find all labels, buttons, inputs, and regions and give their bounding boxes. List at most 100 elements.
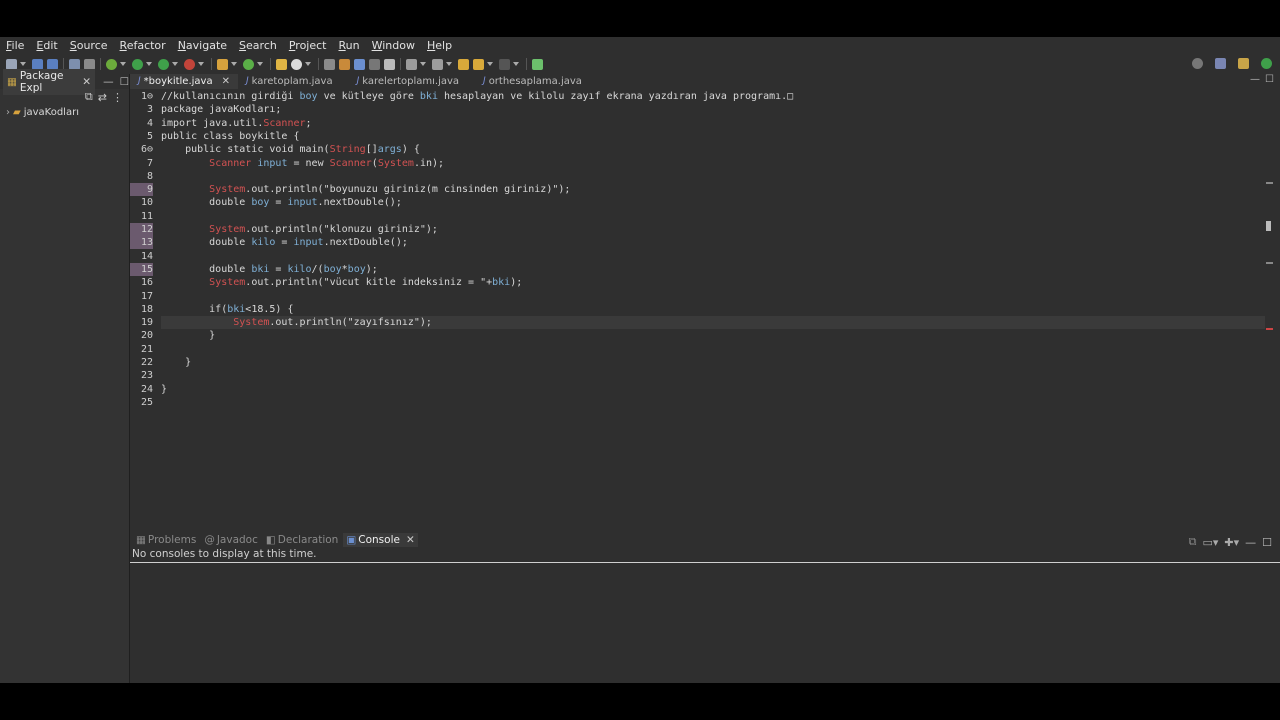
forward-dropdown-icon[interactable]: [513, 62, 519, 66]
code-line[interactable]: //kullanıcının girdiği boy ve kütleye gö…: [161, 90, 793, 103]
code-line[interactable]: }: [161, 329, 215, 342]
code-line[interactable]: Scanner input = new Scanner(System.in);: [161, 157, 444, 170]
view-menu-icon[interactable]: ⋮: [112, 91, 123, 104]
coverage-dropdown-icon[interactable]: [172, 62, 178, 66]
chevron-right-icon[interactable]: ›: [6, 107, 10, 118]
show-whitespace-icon[interactable]: [384, 58, 395, 70]
code-line[interactable]: double bki = kilo/(boy*boy);: [161, 263, 378, 276]
menu-project[interactable]: Project: [283, 39, 333, 52]
next-annotation-icon[interactable]: [406, 58, 417, 70]
code-line[interactable]: System.out.println("klonuzu giriniz");: [161, 223, 438, 236]
line-number: 8: [146, 171, 153, 182]
tab-javadoc[interactable]: @ Javadoc: [201, 533, 261, 547]
new-java-project-icon[interactable]: [217, 58, 228, 70]
external-tools-dropdown-icon[interactable]: [198, 62, 204, 66]
minimize-icon[interactable]: —: [1245, 536, 1256, 549]
code-line[interactable]: import java.util.Scanner;: [161, 117, 312, 130]
search-toolbar-icon[interactable]: [291, 58, 302, 70]
word-wrap-icon[interactable]: [354, 58, 365, 70]
new-dropdown-icon[interactable]: [20, 62, 26, 66]
code-line[interactable]: public class boykitle {: [161, 130, 299, 143]
editor-body[interactable]: 1⊖ 3 4 5 6⊖ 7 8 9 10 11 12 13 14 15 16 17 18 19 20 21 22 23 24…: [130, 90, 1280, 530]
menu-edit[interactable]: Edit: [30, 39, 63, 52]
code-area[interactable]: //kullanıcının girdiği boy ve kütleye gö…: [161, 90, 1266, 530]
close-icon[interactable]: ✕: [406, 534, 415, 546]
new-java-project-dropdown-icon[interactable]: [231, 62, 237, 66]
console-toolbar: ⧉ ▭▾ ✚▾ — ☐: [1189, 535, 1272, 549]
menu-help[interactable]: Help: [421, 39, 458, 52]
perspective-icon[interactable]: [1215, 58, 1226, 69]
minimize-icon[interactable]: —: [103, 76, 114, 88]
run-dropdown-icon[interactable]: [146, 62, 152, 66]
code-line[interactable]: System.out.println("boyunuzu giriniz(m c…: [161, 183, 570, 196]
debug-icon[interactable]: [106, 58, 117, 70]
menu-search[interactable]: Search: [233, 39, 283, 52]
block-selection-icon[interactable]: [369, 58, 380, 70]
tab-boykitle[interactable]: J *boykitle.java ✕: [130, 74, 238, 89]
tab-karetoplam[interactable]: J karetoplam.java: [238, 74, 341, 89]
next-annotation-dropdown-icon[interactable]: [420, 62, 426, 66]
maximize-icon[interactable]: ☐: [1262, 536, 1272, 549]
code-line[interactable]: double kilo = input.nextDouble();: [161, 236, 408, 249]
open-console-icon[interactable]: ✚▾: [1224, 536, 1239, 549]
new-class-icon[interactable]: [243, 58, 254, 70]
tab-problems[interactable]: ▦ Problems: [133, 533, 199, 547]
menu-refactor[interactable]: Refactor: [114, 39, 172, 52]
line-number: 25: [140, 397, 153, 408]
maximize-editor-icon[interactable]: ☐: [1265, 74, 1274, 85]
menu-source[interactable]: Source: [64, 39, 114, 52]
quick-access-search-icon[interactable]: [1192, 58, 1203, 69]
menu-file[interactable]: File: [0, 39, 30, 52]
back-dropdown-icon[interactable]: [487, 62, 493, 66]
code-line[interactable]: public static void main(String[]args) {: [161, 143, 420, 156]
code-line[interactable]: double boy = input.nextDouble();: [161, 196, 402, 209]
code-line[interactable]: package javaKodları;: [161, 103, 281, 116]
collapse-all-icon[interactable]: ⧉: [85, 90, 93, 104]
tab-orthesaplama[interactable]: J orthesaplama.java: [475, 74, 590, 89]
menu-window[interactable]: Window: [366, 39, 421, 52]
toggle-mark-occurrences-icon[interactable]: [324, 58, 335, 70]
java-file-icon: J: [245, 76, 249, 86]
new-class-dropdown-icon[interactable]: [257, 62, 263, 66]
toggle-edit-icon[interactable]: [339, 58, 350, 70]
prev-annotation-icon[interactable]: [432, 58, 443, 70]
run-icon[interactable]: [132, 58, 143, 70]
tab-console[interactable]: ▣ Console ✕: [343, 533, 418, 547]
back-icon[interactable]: [473, 58, 484, 70]
minimize-editor-icon[interactable]: —: [1250, 74, 1260, 85]
line-number: 9: [130, 183, 153, 196]
close-icon[interactable]: ✕: [82, 76, 91, 88]
menu-bar: File Edit Source Refactor Navigate Searc…: [0, 37, 1280, 54]
code-line[interactable]: if(bki<18.5) {: [161, 303, 293, 316]
tree-item-project[interactable]: › ▰ javaKodları: [0, 105, 129, 119]
display-console-icon[interactable]: ▭▾: [1202, 536, 1218, 549]
package-explorer-label: Package Expl: [19, 69, 64, 94]
debug-dropdown-icon[interactable]: [120, 62, 126, 66]
tab-declaration[interactable]: ◧ Declaration: [263, 533, 341, 547]
external-tools-icon[interactable]: [184, 58, 195, 70]
java-perspective-icon[interactable]: [1261, 58, 1272, 69]
search-dropdown-icon[interactable]: [305, 62, 311, 66]
pin-editor-icon[interactable]: [532, 58, 543, 70]
code-line[interactable]: }: [161, 383, 167, 396]
menu-run[interactable]: Run: [333, 39, 366, 52]
menu-navigate[interactable]: Navigate: [172, 39, 233, 52]
forward-icon[interactable]: [499, 58, 510, 70]
last-edit-location-icon[interactable]: [458, 58, 469, 70]
line-number: 21: [140, 344, 153, 355]
code-line[interactable]: }: [161, 356, 191, 369]
java-ee-perspective-icon[interactable]: [1238, 58, 1249, 69]
line-number: 10: [140, 197, 153, 208]
line-number: 17: [140, 291, 153, 302]
pin-console-icon[interactable]: ⧉: [1189, 535, 1197, 549]
code-line[interactable]: System.out.println("zayıfsınız");: [161, 316, 432, 329]
close-tab-icon[interactable]: ✕: [222, 76, 230, 87]
coverage-icon[interactable]: [158, 58, 169, 70]
tab-karelertoplami[interactable]: J karelertoplamı.java: [349, 74, 467, 89]
link-with-editor-icon[interactable]: ⇄: [98, 91, 107, 104]
code-line[interactable]: System.out.println("vücut kitle indeksin…: [161, 276, 522, 289]
prev-annotation-dropdown-icon[interactable]: [446, 62, 452, 66]
maximize-icon[interactable]: ☐: [120, 76, 129, 88]
open-type-icon[interactable]: [276, 58, 287, 70]
tab-package-explorer[interactable]: ▦ Package Expl ✕: [3, 68, 96, 95]
